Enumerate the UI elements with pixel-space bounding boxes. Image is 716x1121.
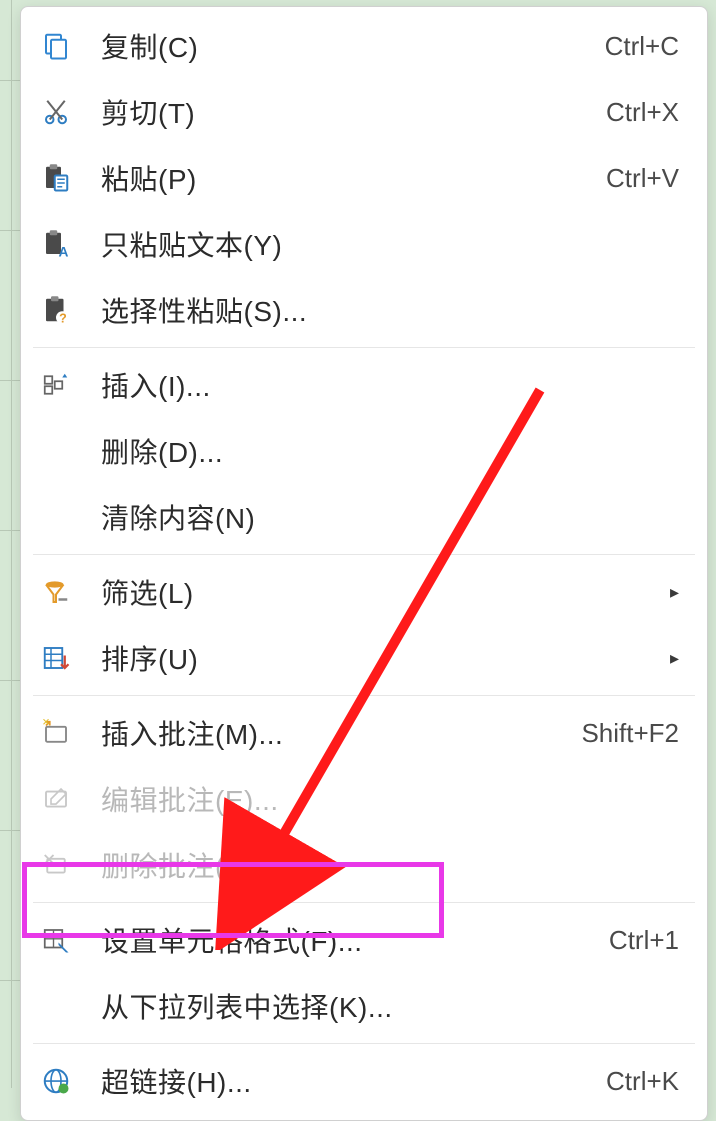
menu-separator (33, 347, 695, 348)
menu-separator (33, 695, 695, 696)
menu-label: 只粘贴文本(Y) (101, 224, 679, 264)
menu-item-delete-comment: 删除批注(M) (21, 832, 707, 898)
menu-shortcut: Ctrl+V (606, 163, 679, 194)
menu-item-insert-comment[interactable]: 插入批注(M)... Shift+F2 (21, 700, 707, 766)
menu-item-hyperlink[interactable]: 超链接(H)... Ctrl+K (21, 1048, 707, 1114)
format-cells-icon (41, 925, 101, 955)
insert-comment-icon (41, 718, 101, 748)
menu-item-clear[interactable]: 清除内容(N) (21, 484, 707, 550)
paste-special-icon: ? (41, 295, 101, 325)
grid-line (0, 680, 20, 681)
menu-item-paste[interactable]: 粘贴(P) Ctrl+V (21, 145, 707, 211)
menu-label: 删除(D)... (101, 431, 679, 471)
menu-separator (33, 902, 695, 903)
menu-item-delete[interactable]: 删除(D)... (21, 418, 707, 484)
filter-icon (41, 577, 101, 607)
grid-line (0, 230, 20, 231)
menu-item-insert[interactable]: 插入(I)... (21, 352, 707, 418)
menu-label: 删除批注(M) (101, 845, 679, 885)
menu-label: 排序(U) (101, 638, 662, 678)
menu-item-paste-text[interactable]: A 只粘贴文本(Y) (21, 211, 707, 277)
menu-label: 设置单元格格式(F)... (101, 920, 609, 960)
insert-icon (41, 370, 101, 400)
menu-label: 插入批注(M)... (101, 713, 581, 753)
menu-item-copy[interactable]: 复制(C) Ctrl+C (21, 13, 707, 79)
menu-separator (33, 1043, 695, 1044)
grid-line (0, 980, 20, 981)
menu-label: 粘贴(P) (101, 158, 606, 198)
menu-label: 剪切(T) (101, 92, 606, 132)
paste-icon (41, 163, 101, 193)
menu-item-pick-from-list[interactable]: 从下拉列表中选择(K)... (21, 973, 707, 1039)
menu-shortcut: Ctrl+C (605, 31, 679, 62)
menu-label: 选择性粘贴(S)... (101, 290, 679, 330)
grid-line (0, 80, 20, 81)
menu-label: 筛选(L) (101, 572, 662, 612)
delete-comment-icon (41, 850, 101, 880)
svg-text:?: ? (59, 312, 67, 326)
menu-item-filter[interactable]: 筛选(L) ▸ (21, 559, 707, 625)
sort-icon (41, 643, 101, 673)
grid-line (11, 0, 12, 1088)
grid-line (0, 530, 20, 531)
menu-label: 清除内容(N) (101, 497, 679, 537)
menu-label: 超链接(H)... (101, 1061, 606, 1101)
cut-icon (41, 97, 101, 127)
menu-separator (33, 554, 695, 555)
paste-text-icon: A (41, 229, 101, 259)
svg-text:A: A (59, 245, 69, 260)
edit-comment-icon (41, 784, 101, 814)
submenu-arrow-icon: ▸ (670, 582, 679, 603)
menu-item-cut[interactable]: 剪切(T) Ctrl+X (21, 79, 707, 145)
context-menu: 复制(C) Ctrl+C 剪切(T) Ctrl+X 粘贴(P) Ctrl+V A… (20, 6, 708, 1121)
menu-label: 编辑批注(E)... (101, 779, 679, 819)
submenu-arrow-icon: ▸ (670, 648, 679, 669)
hyperlink-icon (41, 1066, 101, 1096)
menu-shortcut: Ctrl+X (606, 97, 679, 128)
menu-item-sort[interactable]: 排序(U) ▸ (21, 625, 707, 691)
menu-item-paste-special[interactable]: ? 选择性粘贴(S)... (21, 277, 707, 343)
menu-label: 从下拉列表中选择(K)... (101, 986, 679, 1026)
menu-shortcut: Ctrl+1 (609, 925, 679, 956)
menu-shortcut: Shift+F2 (581, 718, 679, 749)
grid-line (0, 830, 20, 831)
menu-item-edit-comment: 编辑批注(E)... (21, 766, 707, 832)
menu-item-format-cells[interactable]: 设置单元格格式(F)... Ctrl+1 (21, 907, 707, 973)
copy-icon (41, 31, 101, 61)
menu-label: 插入(I)... (101, 365, 679, 405)
menu-label: 复制(C) (101, 26, 605, 66)
grid-line (0, 380, 20, 381)
menu-shortcut: Ctrl+K (606, 1066, 679, 1097)
